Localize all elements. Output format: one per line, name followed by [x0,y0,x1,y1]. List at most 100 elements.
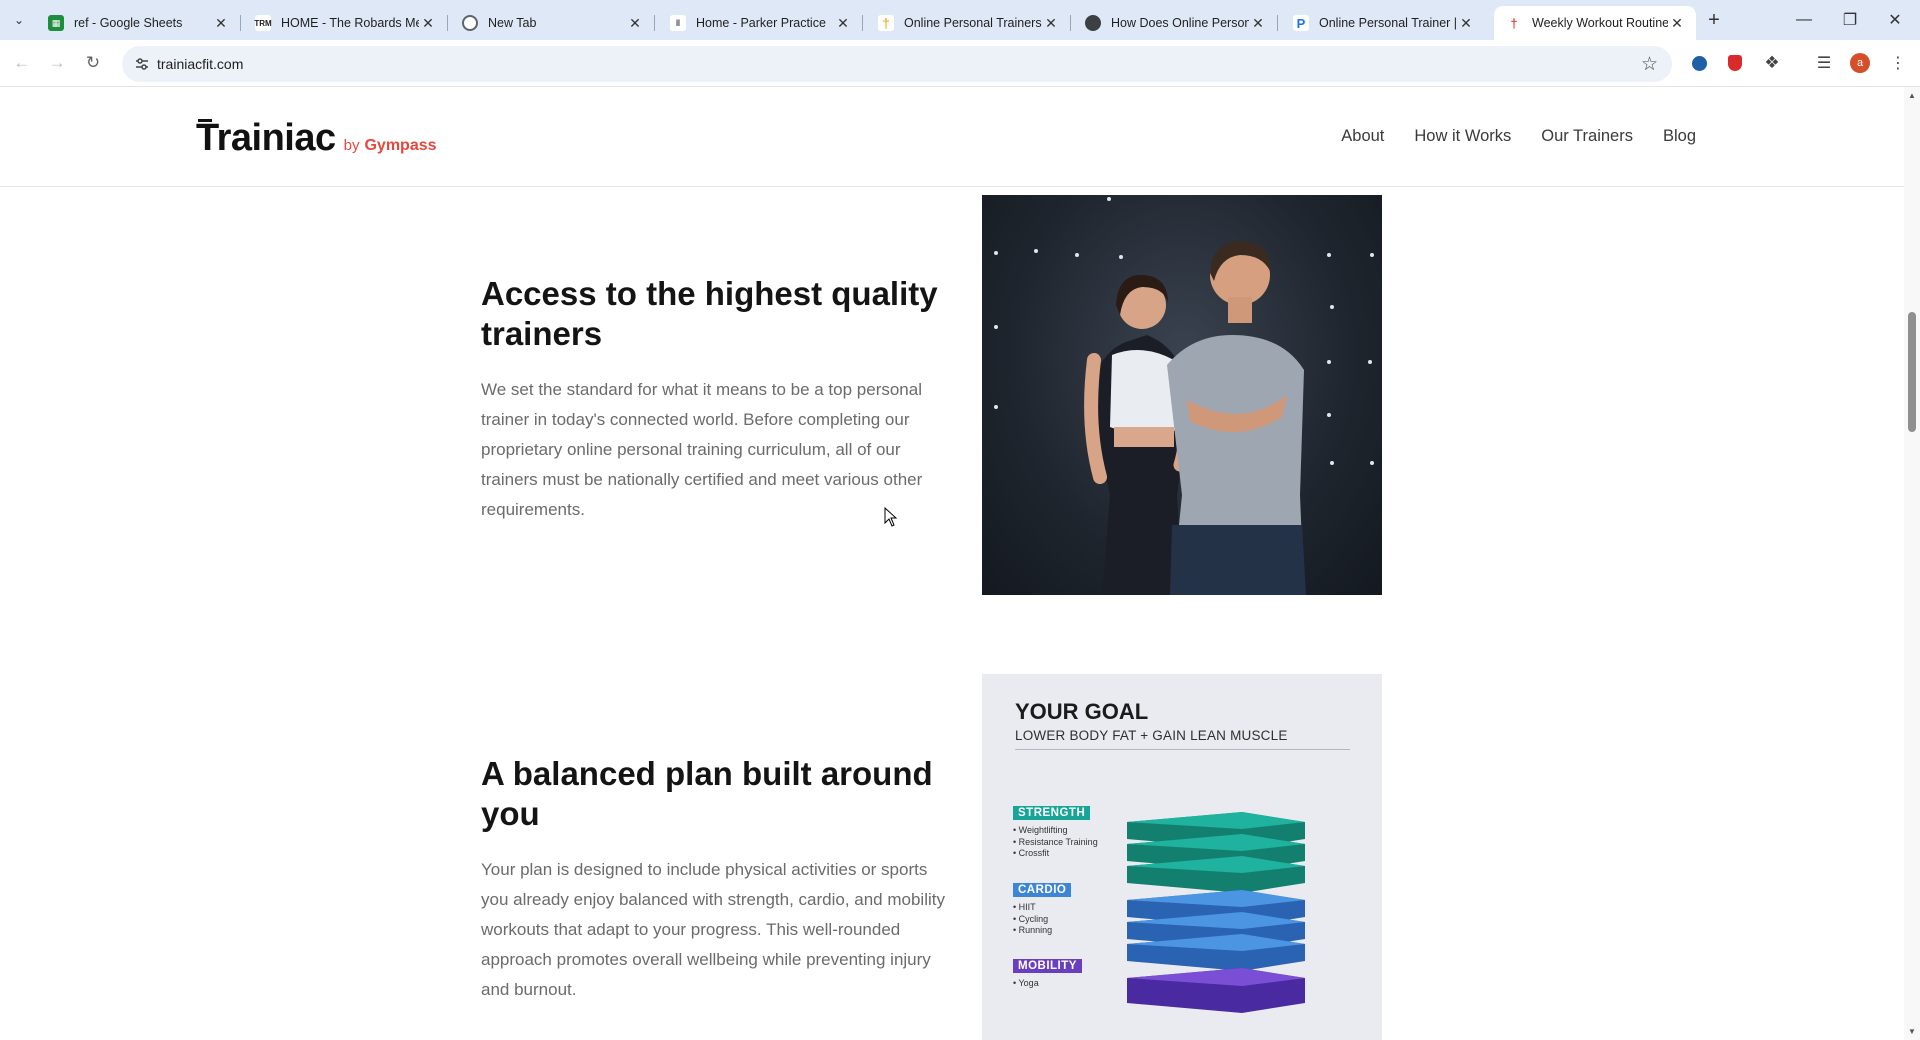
backdrop-light [1119,255,1123,259]
extension-button[interactable] [1688,52,1710,74]
trainer-icon: † [878,15,894,31]
window-close-button[interactable]: ✕ [1883,8,1907,32]
category-tag-strength: STRENGTH [1013,806,1091,820]
address-bar[interactable]: trainiacfit.com ☆ [122,46,1672,82]
browser-tab[interactable]: † Online Personal Trainers - ✕ [866,6,1071,40]
backdrop-light [1075,253,1079,257]
extension-globe-icon [1691,55,1707,71]
trainiac-icon: † [1506,15,1522,31]
extension-button[interactable] [1724,52,1746,74]
close-icon[interactable]: ✕ [1457,14,1475,32]
close-icon[interactable]: ✕ [419,14,437,32]
site-logo[interactable]: Trainiac by Gympass [196,117,437,160]
backdrop-light [1327,360,1331,364]
browser-menu-button[interactable]: ⋮ [1887,52,1909,74]
tab-separator [1277,15,1278,31]
tab-separator [240,15,241,31]
trainers-photo [982,195,1382,595]
backdrop-light [1327,413,1331,417]
page-viewport: Access to the highest quality trainers W… [0,87,1904,1040]
close-icon[interactable]: ✕ [834,14,852,32]
site-info-icon[interactable] [134,56,150,72]
chevron-down-icon: ⌄ [13,13,25,27]
list-item: Weightlifting [1013,825,1098,837]
nav-link-about[interactable]: About [1341,127,1384,146]
profile-button[interactable]: a [1849,52,1871,74]
close-icon[interactable]: ✕ [1249,14,1267,32]
browser-tab[interactable]: P Online Personal Trainer | C ✕ [1281,6,1485,40]
new-tab-button[interactable]: + [1703,9,1725,31]
list-item: Running [1013,925,1053,937]
infographic-subtitle: LOWER BODY FAT + GAIN LEAN MUSCLE [1015,728,1288,743]
shield-icon [1728,55,1742,71]
category-list-mobility: Yoga [1013,978,1039,990]
nav-link-our-trainers[interactable]: Our Trainers [1541,127,1633,146]
trm-icon: TRM [254,15,272,31]
tab-separator [1070,15,1071,31]
backdrop-light [1370,253,1374,257]
restore-button[interactable]: ❐ [1838,8,1862,32]
cardio-layers [1127,890,1305,971]
scrollbar-thumb[interactable] [1908,312,1916,432]
globe-icon [1085,15,1101,31]
goal-infographic: YOUR GOAL LOWER BODY FAT + GAIN LEAN MUS… [982,674,1382,1040]
backdrop-light [1107,197,1111,201]
close-icon[interactable]: ✕ [626,14,644,32]
bookmark-star-icon[interactable]: ☆ [1641,53,1658,76]
nav-link-how-it-works[interactable]: How it Works [1414,127,1511,146]
reload-button[interactable]: ↻ [81,51,105,75]
restore-icon: ❐ [1842,12,1858,29]
arrow-right-icon: → [48,53,66,72]
backdrop-light [1368,360,1372,364]
infographic-title: YOUR GOAL [1015,699,1149,724]
plus-icon: + [1708,8,1720,31]
tab-separator [862,15,863,31]
category-list-cardio: HIIT Cycling Running [1013,902,1053,937]
tab-title: ref - Google Sheets [74,16,183,30]
backdrop-light [1370,461,1374,465]
category-list-strength: Weightlifting Resistance Training Crossf… [1013,825,1098,860]
browser-tab[interactable]: How Does Online Persona ✕ [1073,6,1278,40]
backdrop-light [1327,253,1331,257]
backdrop-light [994,405,998,409]
url-text: trainiacfit.com [157,56,244,72]
close-icon[interactable]: ✕ [212,14,230,32]
section-heading: Access to the highest quality trainers [481,275,938,352]
scroll-up-icon[interactable]: ▲ [1908,91,1916,100]
close-icon[interactable]: ✕ [1042,14,1060,32]
browser-tab[interactable]: New Tab ✕ [450,6,655,40]
browser-tab[interactable]: TRM HOME - The Robards Met ✕ [243,6,448,40]
minimize-button[interactable]: — [1792,8,1816,32]
scroll-down-icon[interactable]: ▼ [1908,1027,1916,1036]
list-item: Yoga [1013,978,1039,990]
browser-tab[interactable]: ▦ ref - Google Sheets ✕ [36,6,241,40]
tab-title: HOME - The Robards Met [281,16,419,30]
mobility-layers [1127,968,1305,1013]
extensions-button[interactable]: ❖ [1761,52,1783,74]
list-item: Crossfit [1013,848,1098,860]
tab-search-button[interactable]: ⌄ [8,9,30,31]
sheets-icon: ▦ [48,15,64,31]
section-body: We set the standard for what it means to… [481,380,923,519]
nav-link-blog[interactable]: Blog [1663,127,1696,146]
tab-title: Weekly Workout Routine [1532,16,1668,30]
browser-tab-active[interactable]: † Weekly Workout Routine ✕ [1494,6,1696,40]
list-item: Cycling [1013,914,1052,926]
forward-button[interactable]: → [45,51,69,75]
category-tag-mobility: MOBILITY [1013,959,1082,973]
tab-title: Online Personal Trainer | C [1319,16,1457,30]
logo-wordmark: Trainiac [196,117,336,159]
close-icon[interactable]: ✕ [1668,14,1686,32]
tab-title: New Tab [488,16,537,30]
puzzle-icon: ❖ [1764,53,1780,72]
backdrop-light [994,325,998,329]
tab-title: Home - Parker Practice [696,16,826,30]
page-scrollbar[interactable]: ▲ ▼ [1904,87,1920,1040]
back-button[interactable]: ← [10,51,34,75]
browser-toolbar: ← → ↻ trainiacfit.com ☆ ❖ ☰ a ⋮ [0,40,1920,87]
browser-tab[interactable]: ‖ Home - Parker Practice ✕ [658,6,863,40]
site-header: Trainiac by Gympass About How it Works O… [0,87,1904,187]
parker-icon: ‖ [670,15,686,31]
section-heading: A balanced plan built around you [481,755,933,832]
media-control-button[interactable]: ☰ [1813,52,1835,74]
